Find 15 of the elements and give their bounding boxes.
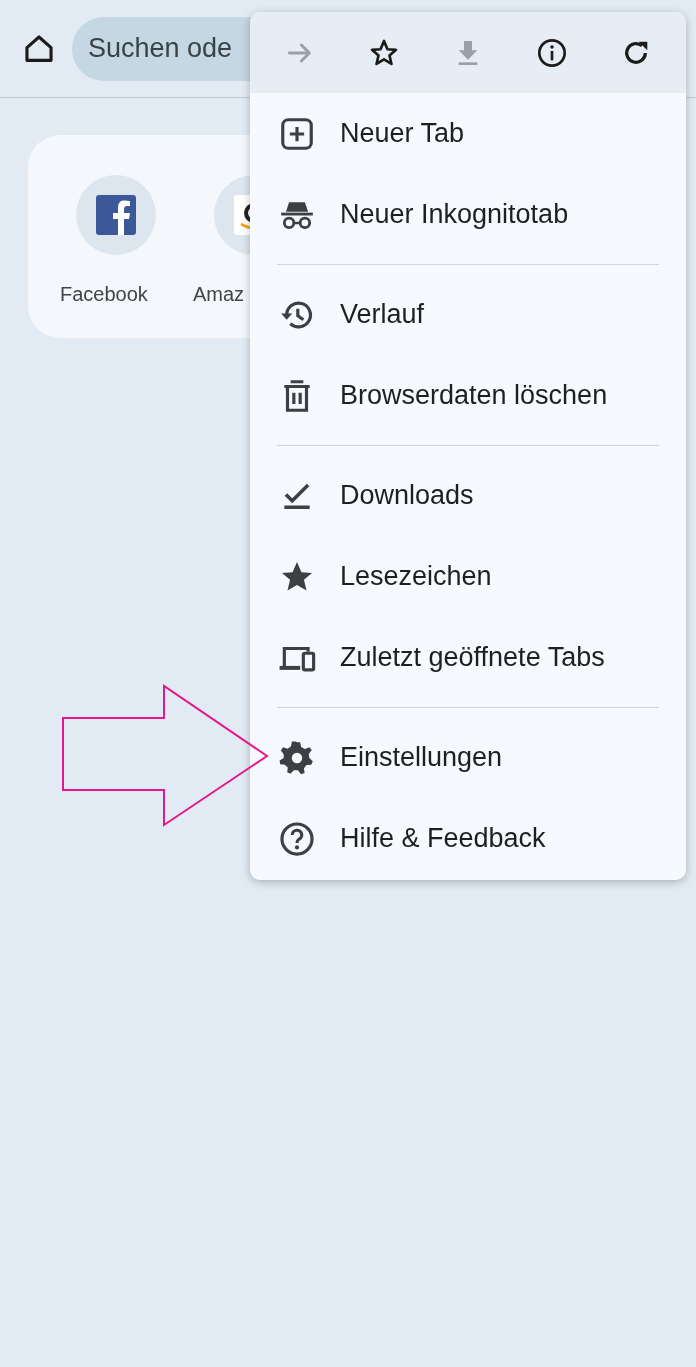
menu-item[interactable]: Lesezeichen <box>250 536 686 617</box>
menu-item[interactable]: Neuer Tab <box>250 93 686 174</box>
menu-item[interactable]: Browserdaten löschen <box>250 355 686 436</box>
menu-item[interactable]: Zuletzt geöffnete Tabs <box>250 617 686 698</box>
menu-item[interactable]: Downloads <box>250 455 686 536</box>
menu-item[interactable]: Einstellungen <box>250 717 686 798</box>
shortcut-label: Amaz <box>192 283 246 306</box>
menu-item[interactable]: Hilfe & Feedback <box>250 798 686 879</box>
facebook-logo-icon <box>95 194 137 236</box>
shortcut-label: Facebook <box>59 283 149 306</box>
settings-icon <box>278 738 316 777</box>
help-icon <box>278 819 316 858</box>
menu-item[interactable]: Verlauf <box>250 274 686 355</box>
info-icon <box>536 36 568 69</box>
menu-item[interactable]: Neuer Inkognitotab <box>250 174 686 255</box>
